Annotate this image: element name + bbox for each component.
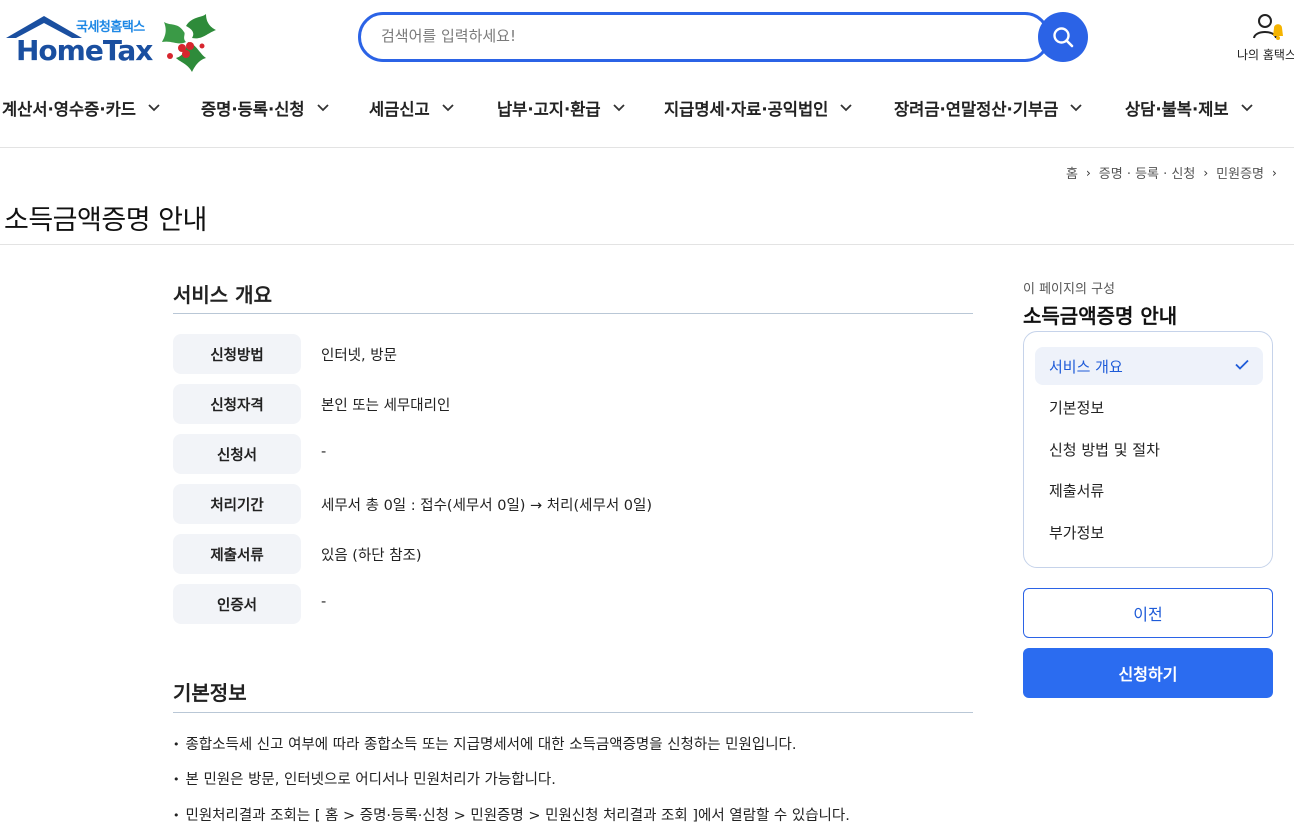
list-item: 민원처리결과 조회는 [ 홈 > 증명·등록·신청 > 민원증명 > 민원신청 … bbox=[173, 804, 850, 825]
toc-item-procedure[interactable]: 신청 방법 및 절차 bbox=[1035, 430, 1263, 468]
toc-item-label: 서비스 개요 bbox=[1049, 357, 1123, 376]
hometax-logo[interactable]: 국세청홈택스 HomeTax bbox=[2, 12, 217, 74]
gnb-label: 증명·등록·신청 bbox=[201, 100, 305, 119]
gnb-label: 지급명세·자료·공익법인 bbox=[664, 100, 829, 119]
chevron-down-icon bbox=[1240, 104, 1253, 112]
overview-row: 처리기간 세무서 총 0일 : 접수(세무서 0일) → 처리(세무서 0일) bbox=[173, 484, 973, 524]
section-title-overview: 서비스 개요 bbox=[173, 283, 272, 307]
main-navigation: 계산서·영수증·카드 증명·등록·신청 세금신고 납부·고지·환급 지급명세·자… bbox=[0, 86, 1294, 128]
breadcrumb-civil[interactable]: 민원증명 bbox=[1216, 163, 1264, 182]
toc-item-basic-info[interactable]: 기본정보 bbox=[1035, 388, 1263, 426]
overview-row-label: 인증서 bbox=[173, 584, 301, 624]
overview-row-value: 본인 또는 세무대리인 bbox=[321, 398, 451, 414]
toc-panel: 서비스 개요 기본정보 신청 방법 및 절차 제출서류 부가정보 bbox=[1023, 331, 1273, 568]
gnb-label: 세금신고 bbox=[369, 100, 430, 119]
search-input[interactable] bbox=[381, 27, 1021, 45]
section-divider bbox=[173, 712, 973, 713]
gnb-item-tax-report[interactable]: 세금신고 bbox=[369, 96, 454, 120]
overview-row-value: - bbox=[321, 594, 327, 610]
gnb-item-certificate[interactable]: 증명·등록·신청 bbox=[201, 96, 329, 120]
chevron-down-icon bbox=[442, 104, 454, 112]
gnb-item-incentives[interactable]: 장려금·연말정산·기부금 bbox=[894, 96, 1082, 120]
gnb-label: 상담·불복·제보 bbox=[1125, 100, 1229, 119]
toc-item-label: 기본정보 bbox=[1049, 398, 1105, 417]
logo-subtitle: 국세청홈택스 bbox=[76, 20, 145, 35]
overview-row-label: 신청자격 bbox=[173, 384, 301, 424]
check-icon bbox=[1235, 359, 1249, 370]
toc-item-additional[interactable]: 부가정보 bbox=[1035, 513, 1263, 551]
section-title-basic-info: 기본정보 bbox=[173, 681, 247, 705]
logo-title: HomeTax bbox=[16, 34, 153, 67]
toc-item-label: 제출서류 bbox=[1049, 481, 1105, 500]
toc-item-overview[interactable]: 서비스 개요 bbox=[1035, 347, 1263, 385]
gnb-item-invoice[interactable]: 계산서·영수증·카드 bbox=[2, 96, 160, 120]
overview-row-label: 신청서 bbox=[173, 434, 301, 474]
overview-row: 제출서류 있음 (하단 참조) bbox=[173, 534, 973, 574]
toc-item-label: 신청 방법 및 절차 bbox=[1049, 440, 1160, 459]
section-divider bbox=[173, 313, 973, 314]
chevron-down-icon bbox=[840, 104, 852, 112]
gnb-label: 계산서·영수증·카드 bbox=[2, 100, 136, 119]
page-title: 소득금액증명 안내 bbox=[4, 205, 207, 236]
overview-row-label: 제출서류 bbox=[173, 534, 301, 574]
overview-row-label: 처리기간 bbox=[173, 484, 301, 524]
divider bbox=[0, 147, 1294, 148]
chevron-right-icon: › bbox=[1085, 165, 1091, 180]
list-item: 종합소득세 신고 여부에 따라 종합소득 또는 지급명세서에 대한 소득금액증명… bbox=[173, 733, 797, 754]
overview-row: 신청서 - bbox=[173, 434, 973, 474]
chevron-down-icon bbox=[1070, 104, 1082, 112]
gnb-item-consult[interactable]: 상담·불복·제보 bbox=[1125, 96, 1253, 120]
toc-caption: 이 페이지의 구성 bbox=[1023, 282, 1115, 297]
toc-title: 소득금액증명 안내 bbox=[1023, 304, 1178, 328]
apply-button[interactable]: 신청하기 bbox=[1023, 648, 1273, 698]
divider bbox=[0, 244, 1294, 245]
prev-button[interactable]: 이전 bbox=[1023, 588, 1273, 638]
breadcrumb-home[interactable]: 홈 bbox=[1066, 163, 1078, 182]
search-bar[interactable] bbox=[358, 12, 1050, 62]
overview-row-label: 신청방법 bbox=[173, 334, 301, 374]
overview-row: 신청자격 본인 또는 세무대리인 bbox=[173, 384, 973, 424]
toc-item-label: 부가정보 bbox=[1049, 523, 1105, 542]
list-item: 본 민원은 방문, 인터넷으로 어디서나 민원처리가 가능합니다. bbox=[173, 768, 556, 789]
gnb-label: 납부·고지·환급 bbox=[497, 100, 601, 119]
chevron-right-icon: › bbox=[1272, 165, 1277, 180]
chevron-down-icon bbox=[612, 104, 625, 112]
chevron-down-icon bbox=[148, 104, 160, 112]
chevron-down-icon bbox=[316, 104, 329, 112]
my-hometax-link[interactable]: 나의 홈택스 bbox=[1236, 12, 1294, 66]
overview-row-value: 세무서 총 0일 : 접수(세무서 0일) → 처리(세무서 0일) bbox=[321, 498, 652, 514]
gnb-item-statements[interactable]: 지급명세·자료·공익법인 bbox=[664, 96, 852, 120]
breadcrumb: 홈 › 증명 · 등록 · 신청 › 민원증명 › bbox=[1066, 163, 1285, 183]
holly-icon bbox=[162, 14, 216, 72]
overview-row-value: 있음 (하단 참조) bbox=[321, 548, 422, 564]
breadcrumb-certificate[interactable]: 증명 · 등록 · 신청 bbox=[1099, 163, 1196, 182]
overview-row: 인증서 - bbox=[173, 584, 973, 624]
overview-row-value: 인터넷, 방문 bbox=[321, 348, 397, 364]
gnb-item-payment[interactable]: 납부·고지·환급 bbox=[497, 96, 625, 120]
my-hometax-label: 나의 홈택스 bbox=[1237, 48, 1294, 62]
toc-item-documents[interactable]: 제출서류 bbox=[1035, 471, 1263, 509]
overview-row-value: - bbox=[321, 444, 327, 460]
search-icon bbox=[1053, 27, 1074, 48]
gnb-label: 장려금·연말정산·기부금 bbox=[894, 100, 1059, 119]
search-button[interactable] bbox=[1038, 12, 1088, 62]
user-bell-icon bbox=[1253, 14, 1283, 40]
overview-row: 신청방법 인터넷, 방문 bbox=[173, 334, 973, 374]
chevron-right-icon: › bbox=[1203, 165, 1209, 180]
